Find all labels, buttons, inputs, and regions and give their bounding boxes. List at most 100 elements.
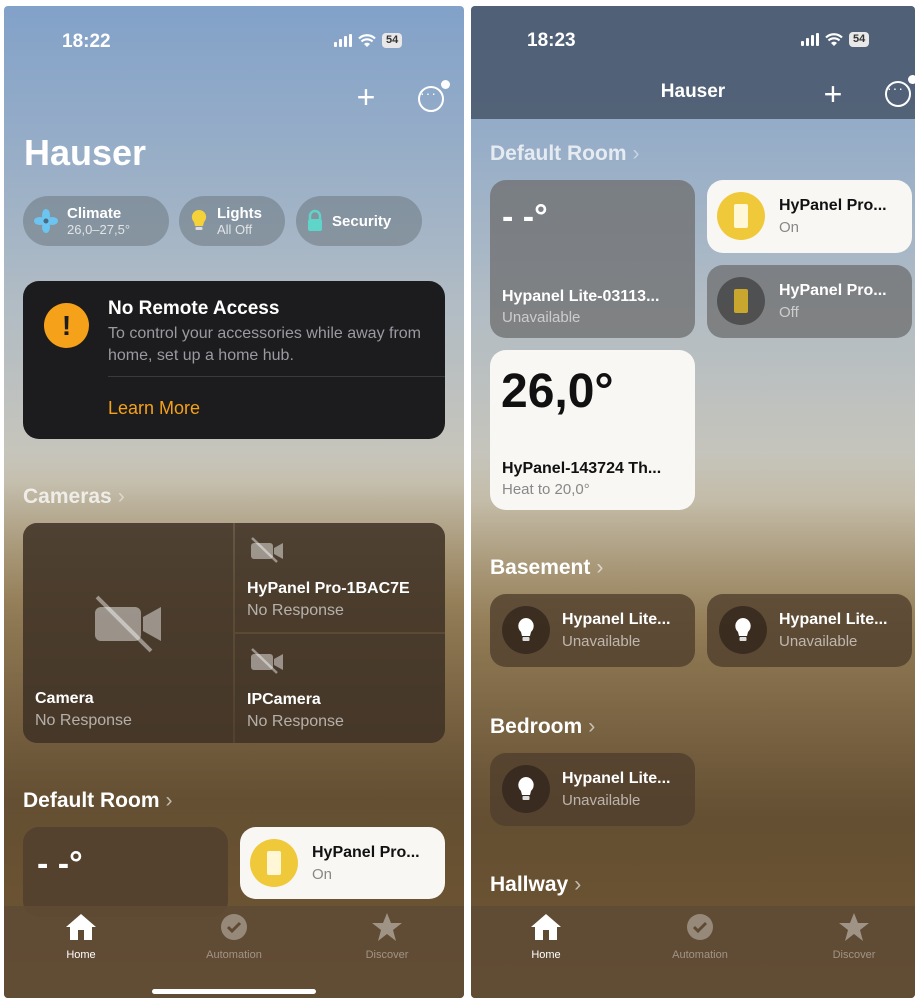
bedroom-section-title[interactable]: Bedroom › <box>490 715 595 739</box>
hallway-label: Hallway <box>490 873 569 896</box>
tab-automation[interactable]: Automation <box>189 912 279 961</box>
hypanel-lite-tile[interactable]: Hypanel Lite... Unavailable <box>490 594 695 667</box>
status-time: 18:22 <box>62 31 111 52</box>
alert-title: No Remote Access <box>108 298 280 319</box>
tile-name: Hypanel Lite... <box>779 611 888 628</box>
default-room-section-title[interactable]: Default Room › <box>490 142 640 166</box>
camera-tile[interactable]: Camera No Response <box>23 523 233 743</box>
hypanel-tile[interactable]: HyPanel Pro... On <box>240 827 445 899</box>
more-button[interactable]: ··· <box>883 75 915 109</box>
security-pill[interactable]: Security <box>296 196 422 246</box>
alert-text: To control your accessories while away f… <box>108 325 422 364</box>
tab-bar: Home Automation Discover <box>471 906 915 998</box>
tile-status: Unavailable <box>562 792 641 809</box>
tab-home[interactable]: Home <box>501 912 591 961</box>
camera-name: IPCamera <box>247 691 321 708</box>
clock-check-icon <box>687 914 713 940</box>
more-icon: ··· <box>418 86 444 112</box>
hypanel-lite-tile[interactable]: Hypanel Lite... Unavailable <box>707 594 912 667</box>
more-button[interactable]: ··· <box>416 80 450 114</box>
chevron-right-icon: › <box>632 142 640 165</box>
tile-name: HyPanel Pro... <box>312 844 420 861</box>
hypanel-pro-tile-off[interactable]: HyPanel Pro... Off <box>707 265 912 338</box>
camera-status: No Response <box>247 602 344 619</box>
left-screen: 18:22 54 + ··· Hauser Climate 26,0–27,5° … <box>4 6 464 998</box>
thermostat-tile[interactable]: - -° <box>23 827 228 917</box>
tile-name: HyPanel Pro... <box>779 197 887 214</box>
panel-icon <box>717 277 765 325</box>
climate-range: 26,0–27,5° <box>67 222 131 237</box>
clock-check-icon <box>221 914 247 940</box>
home-icon <box>531 914 561 940</box>
tile-status: On <box>312 866 333 883</box>
panel-icon <box>250 839 298 887</box>
add-button[interactable]: + <box>818 78 848 110</box>
wifi-icon <box>358 33 376 47</box>
tile-status: Heat to 20,0° <box>502 481 590 498</box>
more-icon: ··· <box>885 81 911 107</box>
camera-off-icon <box>251 648 283 674</box>
cameras-grid: Camera No Response HyPanel Pro-1BAC7E No… <box>23 523 445 743</box>
add-button[interactable]: + <box>351 81 381 113</box>
divider <box>108 376 445 377</box>
bulb-icon <box>502 765 550 813</box>
bulb-icon <box>191 209 207 230</box>
cameras-section-title[interactable]: Cameras › <box>23 485 125 509</box>
hypanel-lite-tile[interactable]: - -° Hypanel Lite-03113... Unavailable <box>490 180 695 338</box>
hallway-section-title[interactable]: Hallway › <box>490 873 581 897</box>
default-room-section-title[interactable]: Default Room › <box>23 789 173 813</box>
tab-bar: Home Automation Discover <box>4 906 464 998</box>
bulb-icon <box>502 606 550 654</box>
lights-pill[interactable]: Lights All Off <box>179 196 285 246</box>
tab-automation-label: Automation <box>206 949 262 961</box>
panel-icon <box>717 192 765 240</box>
tab-home[interactable]: Home <box>36 912 126 961</box>
basement-label: Basement <box>490 556 591 579</box>
right-screen: 18:23 54 Hauser + ··· Default Room › - -°… <box>471 6 915 998</box>
tab-discover[interactable]: Discover <box>809 912 899 961</box>
nav-title: Hauser <box>660 81 726 102</box>
temperature-value: 26,0° <box>501 365 614 418</box>
chevron-right-icon: › <box>117 485 125 508</box>
tile-status: On <box>779 219 800 236</box>
bedroom-label: Bedroom <box>490 715 583 738</box>
hypanel-lite-tile[interactable]: Hypanel Lite... Unavailable <box>490 753 695 826</box>
cameras-section-label: Cameras <box>23 485 112 508</box>
tab-automation[interactable]: Automation <box>655 912 745 961</box>
learn-more-link[interactable]: Learn More <box>108 398 200 419</box>
tile-status: Unavailable <box>562 633 641 650</box>
camera-off-icon <box>95 595 161 653</box>
chevron-right-icon: › <box>596 556 604 579</box>
climate-pill[interactable]: Climate 26,0–27,5° <box>23 196 169 246</box>
page-title: Hauser <box>24 132 147 173</box>
tile-name: Hypanel Lite-03113... <box>502 288 660 305</box>
tab-discover-label: Discover <box>832 949 876 961</box>
battery-indicator: 54 <box>849 32 870 47</box>
tab-discover[interactable]: Discover <box>342 912 432 961</box>
camera-tile[interactable]: HyPanel Pro-1BAC7E No Response <box>235 523 445 632</box>
bulb-icon <box>719 606 767 654</box>
thermostat-tile[interactable]: 26,0° HyPanel-143724 Th... Heat to 20,0° <box>490 350 695 510</box>
hypanel-pro-tile-on[interactable]: HyPanel Pro... On <box>707 180 912 253</box>
wifi-icon <box>825 32 843 46</box>
climate-label: Climate <box>67 205 122 222</box>
tab-home-label: Home <box>531 949 561 961</box>
star-icon <box>372 913 402 941</box>
star-icon <box>839 913 869 941</box>
chevron-right-icon: › <box>165 789 173 812</box>
tab-discover-label: Discover <box>365 949 409 961</box>
camera-name: HyPanel Pro-1BAC7E <box>247 580 410 597</box>
default-room-label: Default Room <box>490 142 627 165</box>
basement-section-title[interactable]: Basement › <box>490 556 603 580</box>
fan-icon <box>34 209 58 233</box>
camera-tile[interactable]: IPCamera No Response <box>235 634 445 743</box>
chevron-right-icon: › <box>588 715 596 738</box>
camera-status: No Response <box>247 713 344 730</box>
signal-icon <box>334 34 352 47</box>
status-icons: 54 <box>334 33 403 48</box>
battery-indicator: 54 <box>382 33 403 48</box>
temperature-value: - -° <box>37 845 83 883</box>
chevron-right-icon: › <box>574 873 582 896</box>
temperature-value: - -° <box>502 198 548 236</box>
default-room-label: Default Room <box>23 789 160 812</box>
